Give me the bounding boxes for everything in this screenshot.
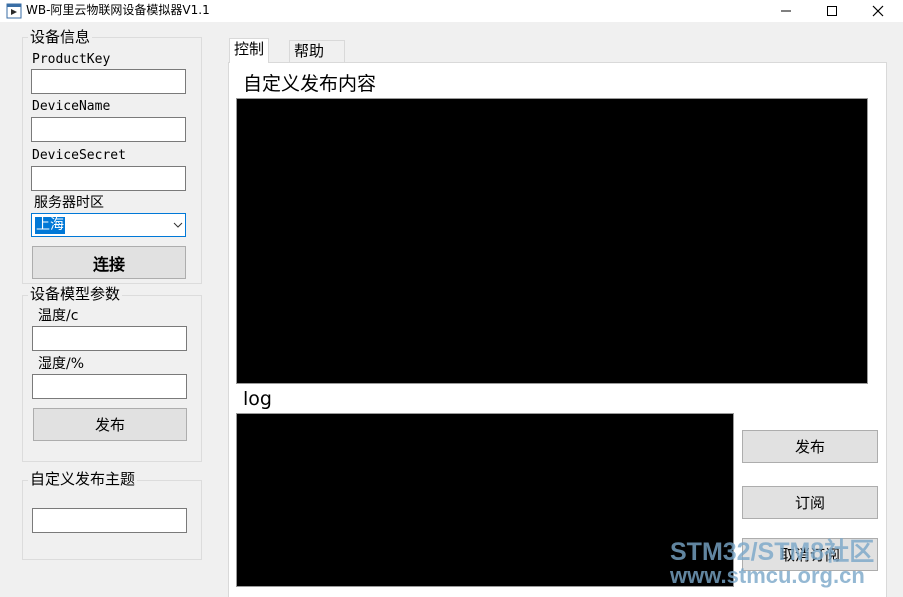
minimize-icon — [781, 10, 791, 12]
log-textarea[interactable] — [236, 413, 734, 587]
timezone-selected-value: 上海 — [35, 217, 65, 234]
product-key-label: ProductKey — [32, 52, 111, 67]
watermark-title: STM32/STM8社区 — [670, 538, 875, 566]
tab-help[interactable]: 帮助 — [289, 40, 345, 62]
window-title: WB-阿里云物联网设备模拟器V1.1 — [26, 3, 210, 17]
device-info-title: 设备信息 — [28, 28, 93, 46]
maximize-button[interactable] — [809, 0, 855, 22]
subscribe-button[interactable]: 订阅 — [742, 486, 878, 519]
close-icon — [872, 5, 884, 17]
temperature-label: 温度/c — [38, 308, 79, 324]
chevron-down-icon — [173, 222, 183, 228]
timezone-label: 服务器时区 — [34, 195, 104, 211]
humidity-label: 湿度/% — [38, 356, 85, 372]
custom-content-textarea[interactable] — [236, 98, 868, 384]
model-publish-button[interactable]: 发布 — [33, 408, 187, 441]
app-icon — [6, 3, 22, 19]
close-button[interactable] — [855, 0, 901, 22]
device-name-input[interactable] — [31, 117, 186, 142]
custom-content-label: 自定义发布内容 — [243, 73, 377, 95]
watermark-url: www.stmcu.org.cn — [670, 563, 865, 588]
custom-topic-input[interactable] — [32, 508, 187, 533]
humidity-input[interactable] — [32, 374, 187, 399]
minimize-button[interactable] — [763, 0, 809, 22]
publish-button[interactable]: 发布 — [742, 430, 878, 463]
tab-control[interactable]: 控制 — [229, 38, 270, 63]
custom-topic-title: 自定义发布主题 — [28, 470, 138, 488]
device-secret-input[interactable] — [31, 166, 186, 191]
device-secret-label: DeviceSecret — [32, 148, 126, 163]
timezone-select[interactable]: 上海 — [31, 213, 186, 237]
model-params-title: 设备模型参数 — [28, 285, 123, 303]
temperature-input[interactable] — [32, 326, 187, 351]
maximize-icon — [827, 6, 837, 16]
connect-button[interactable]: 连接 — [32, 246, 186, 279]
product-key-input[interactable] — [31, 69, 186, 94]
device-name-label: DeviceName — [32, 99, 111, 114]
log-label: log — [243, 388, 272, 410]
